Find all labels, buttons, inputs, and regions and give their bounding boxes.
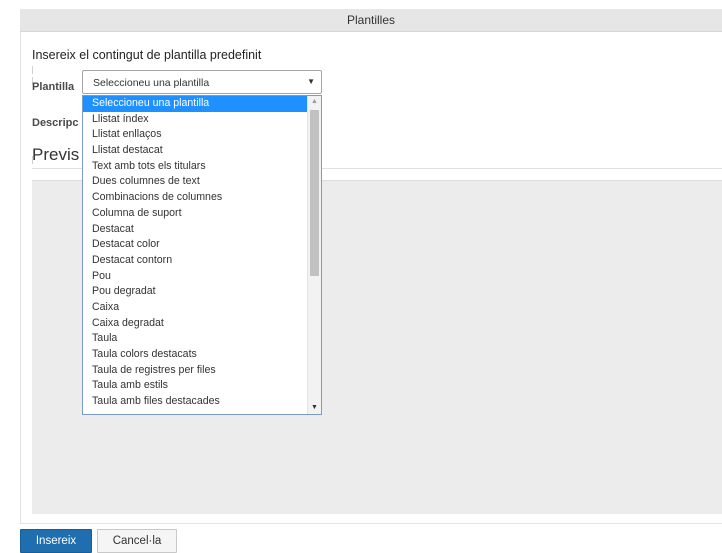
template-option[interactable]: Pou degradat	[83, 284, 309, 300]
description-label: Descripc	[32, 117, 79, 129]
template-option[interactable]: Taula	[83, 331, 309, 347]
template-option[interactable]: Caixa	[83, 300, 309, 316]
edge-tick	[32, 66, 33, 74]
cancel-button[interactable]: Cancel·la	[97, 529, 177, 553]
template-options: Seleccioneu una plantilla Llistat índex Ll…	[83, 96, 309, 410]
template-option[interactable]: Taula colors destacats	[83, 347, 309, 363]
dropdown-arrow-icon[interactable]: ▼	[307, 77, 315, 86]
template-option[interactable]: Llistat enllaços	[83, 127, 309, 143]
dialog-intro-text: Insereix el contingut de plantilla prede…	[32, 48, 262, 62]
template-option[interactable]: Taula amb files destacades	[83, 394, 309, 410]
template-label: Plantilla	[32, 81, 75, 93]
template-option[interactable]: Text amb tots els titulars	[83, 159, 309, 175]
scroll-thumb[interactable]	[310, 110, 319, 276]
template-select-value: Seleccioneu una plantilla	[93, 77, 210, 89]
template-option[interactable]: Destacat	[83, 222, 309, 238]
scroll-down-icon[interactable]: ▼	[308, 402, 321, 414]
options-scrollbar[interactable]: ▲ ▼	[307, 96, 321, 414]
template-option[interactable]: Pou	[83, 269, 309, 285]
template-option[interactable]: Columna de suport	[83, 206, 309, 222]
template-option[interactable]: Destacat color	[83, 237, 309, 253]
scroll-up-icon[interactable]: ▲	[308, 96, 321, 108]
template-option[interactable]: Taula amb estils	[83, 378, 309, 394]
template-option[interactable]: Dues columnes de text	[83, 174, 309, 190]
template-option[interactable]: Seleccioneu una plantilla	[83, 96, 309, 112]
dialog-title: Plantilles	[346, 13, 396, 27]
template-option[interactable]: Llistat índex	[83, 112, 309, 128]
footer-divider	[20, 523, 722, 524]
insert-button[interactable]: Insereix	[20, 529, 92, 553]
template-options-list[interactable]: Seleccioneu una plantilla Llistat índex Ll…	[82, 95, 322, 415]
dialog-title-bar: Plantilles	[20, 9, 722, 32]
template-option[interactable]: Llistat destacat	[83, 143, 309, 159]
template-option[interactable]: Caixa degradat	[83, 316, 309, 332]
template-select[interactable]: Seleccioneu una plantilla ▼	[82, 70, 322, 94]
template-option[interactable]: Taula de registres per files	[83, 363, 309, 379]
preview-heading: Previs	[32, 145, 80, 164]
template-option[interactable]: Destacat contorn	[83, 253, 309, 269]
template-option[interactable]: Combinacions de columnes	[83, 190, 309, 206]
